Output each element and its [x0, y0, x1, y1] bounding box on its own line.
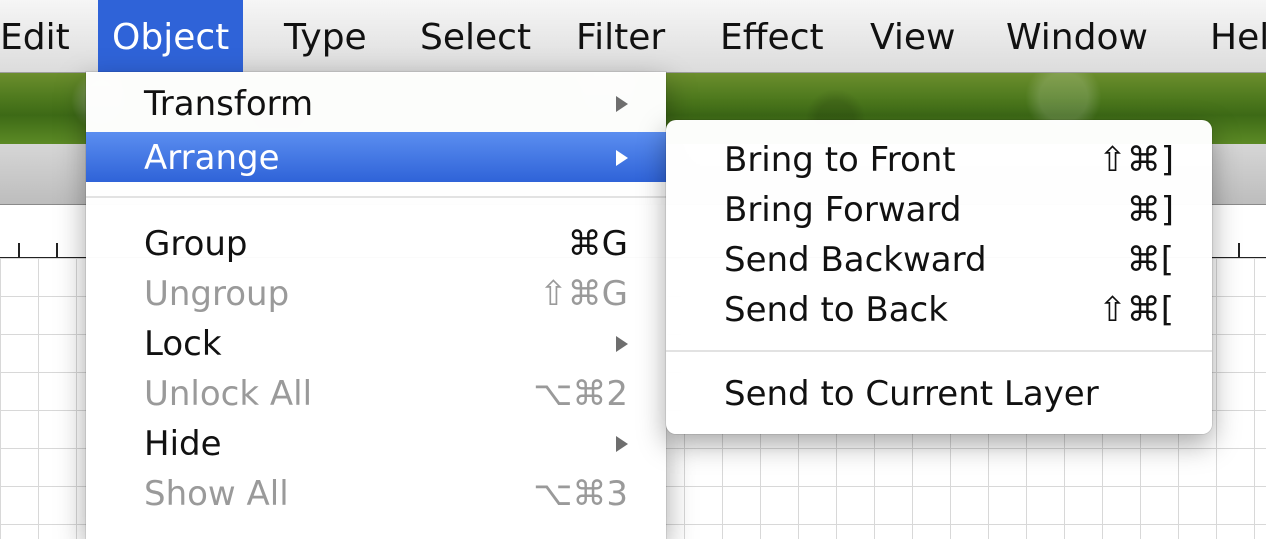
menu-help[interactable]: Help — [1196, 0, 1266, 72]
menu-select[interactable]: Select — [406, 0, 545, 72]
menu-object[interactable]: Object — [98, 0, 244, 72]
menu-item-label: Arrange — [144, 138, 280, 178]
menu-item-label: Send to Back — [724, 290, 948, 330]
triangle-right-icon — [616, 336, 628, 352]
menu-item-label: Send to Current Layer — [724, 374, 1099, 414]
ruler-tick — [56, 243, 58, 257]
menu-item-shortcut: ⌘] — [1126, 190, 1174, 230]
menu-item-shortcut: ⌘[ — [1126, 240, 1174, 280]
menu-item-label: Lock — [144, 324, 222, 364]
triangle-right-icon — [616, 150, 628, 166]
menu-window[interactable]: Window — [992, 0, 1162, 72]
menu-item-bring-to-front[interactable]: Bring to Front ⇧⌘] — [666, 134, 1212, 184]
menu-item-ungroup: Ungroup ⇧⌘G — [86, 268, 666, 318]
triangle-right-icon — [616, 96, 628, 112]
ruler-tick — [1238, 243, 1240, 257]
menu-item-label: Hide — [144, 424, 222, 464]
menu-item-group[interactable]: Group ⌘G — [86, 218, 666, 268]
ruler-tick — [18, 243, 20, 257]
menu-item-bring-forward[interactable]: Bring Forward ⌘] — [666, 184, 1212, 234]
menu-item-arrange[interactable]: Arrange — [86, 132, 666, 182]
menu-item-label: Bring to Front — [724, 140, 956, 180]
menu-item-shortcut: ⇧⌘[ — [1098, 290, 1174, 330]
menu-item-transform[interactable]: Transform — [86, 78, 666, 128]
arrange-submenu: Bring to Front ⇧⌘] Bring Forward ⌘] Send… — [666, 120, 1212, 434]
menu-item-shortcut: ⌥⌘2 — [533, 374, 628, 414]
menu-item-shortcut: ⌥⌘3 — [533, 474, 628, 514]
menu-item-shortcut: ⌘G — [567, 224, 628, 264]
menu-item-send-backward[interactable]: Send Backward ⌘[ — [666, 234, 1212, 284]
menu-separator — [86, 196, 666, 198]
menu-filter[interactable]: Filter — [562, 0, 679, 72]
menu-item-send-to-current-layer[interactable]: Send to Current Layer — [666, 368, 1212, 418]
menu-item-label: Group — [144, 224, 248, 264]
menu-item-label: Ungroup — [144, 274, 290, 314]
menu-item-hide[interactable]: Hide — [86, 418, 666, 468]
menu-edit[interactable]: Edit — [0, 0, 84, 72]
menu-item-label: Show All — [144, 474, 289, 514]
triangle-right-icon — [616, 436, 628, 452]
menu-separator — [666, 350, 1212, 352]
menu-item-unlock-all: Unlock All ⌥⌘2 — [86, 368, 666, 418]
menu-view[interactable]: View — [856, 0, 969, 72]
menu-effect[interactable]: Effect — [706, 0, 838, 72]
menu-bar: Edit Object Type Select Filter Effect Vi… — [0, 0, 1266, 73]
menu-item-show-all: Show All ⌥⌘3 — [86, 468, 666, 518]
menu-item-shortcut: ⇧⌘] — [1098, 140, 1174, 180]
menu-item-lock[interactable]: Lock — [86, 318, 666, 368]
menu-item-label: Transform — [144, 84, 314, 124]
menu-item-label: Bring Forward — [724, 190, 962, 230]
menu-type[interactable]: Type — [270, 0, 381, 72]
object-menu-dropdown: Transform Arrange Group ⌘G Ungroup ⇧⌘G L… — [86, 72, 666, 539]
menu-item-label: Send Backward — [724, 240, 987, 280]
menu-item-send-to-back[interactable]: Send to Back ⇧⌘[ — [666, 284, 1212, 334]
menu-item-label: Unlock All — [144, 374, 313, 414]
menu-item-shortcut: ⇧⌘G — [539, 274, 628, 314]
